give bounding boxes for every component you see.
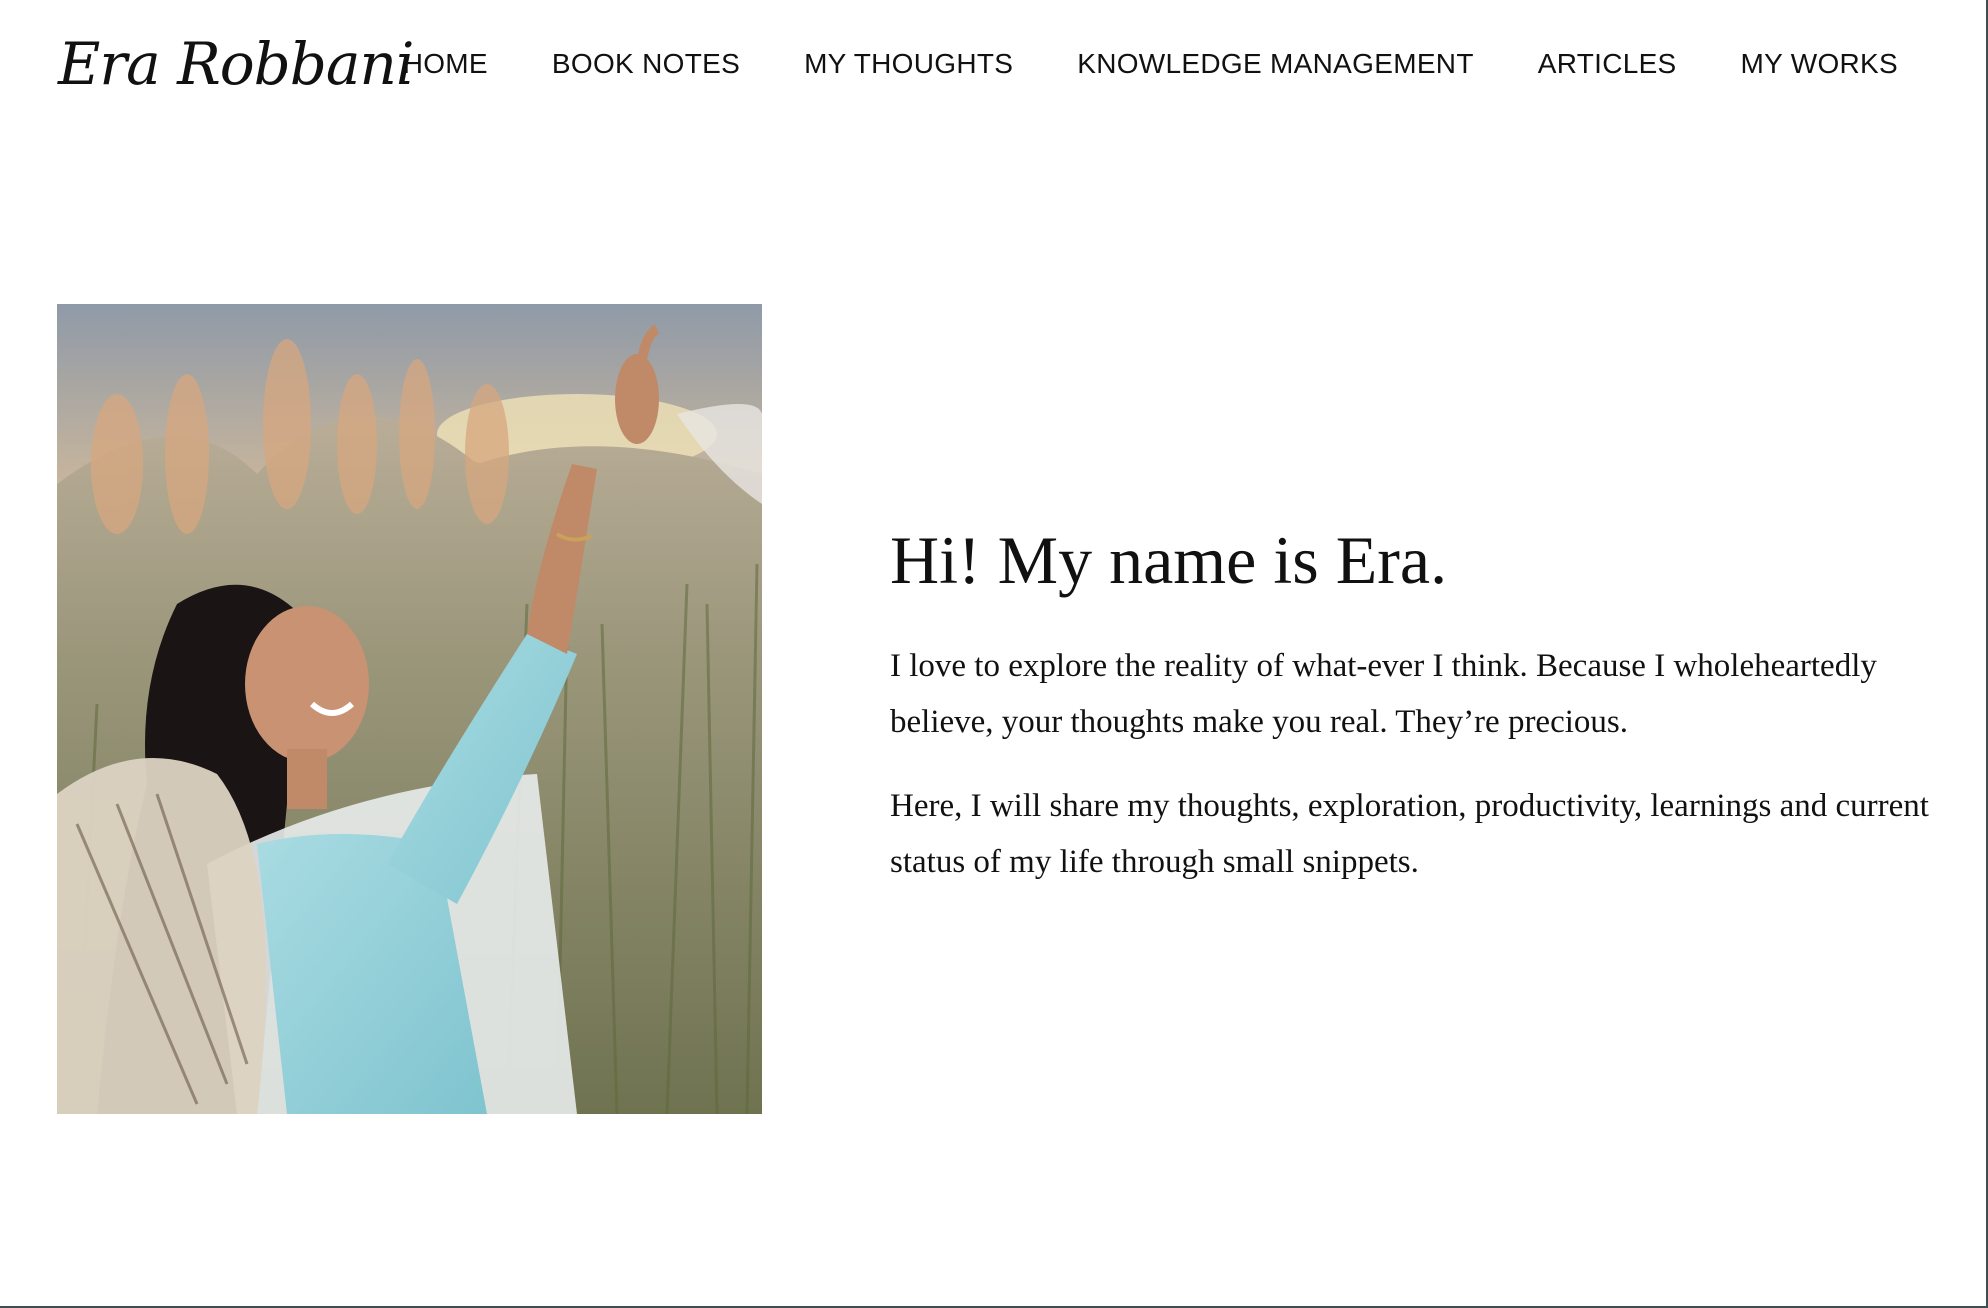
profile-photo (57, 304, 762, 1114)
main-nav: HOME BOOK NOTES MY THOUGHTS KNOWLEDGE MA… (403, 48, 1898, 80)
intro-paragraph-1: I love to explore the reality of what-ev… (890, 647, 1877, 740)
nav-my-works[interactable]: MY WORKS (1741, 48, 1898, 80)
nav-my-thoughts[interactable]: MY THOUGHTS (804, 48, 1013, 80)
nav-knowledge-management[interactable]: KNOWLEDGE MANAGEMENT (1077, 48, 1473, 80)
intro-heading: Hi! My name is Era. (890, 522, 1448, 598)
nav-articles[interactable]: ARTICLES (1538, 48, 1677, 80)
nav-home[interactable]: HOME (403, 48, 488, 80)
intro-paragraph-2: Here, I will share my thoughts, explorat… (890, 787, 1929, 880)
intro-section: Hi! My name is Era. I love to explore th… (890, 520, 1930, 918)
site-logo[interactable]: Era Robbani (58, 30, 414, 98)
nav-book-notes[interactable]: BOOK NOTES (552, 48, 740, 80)
